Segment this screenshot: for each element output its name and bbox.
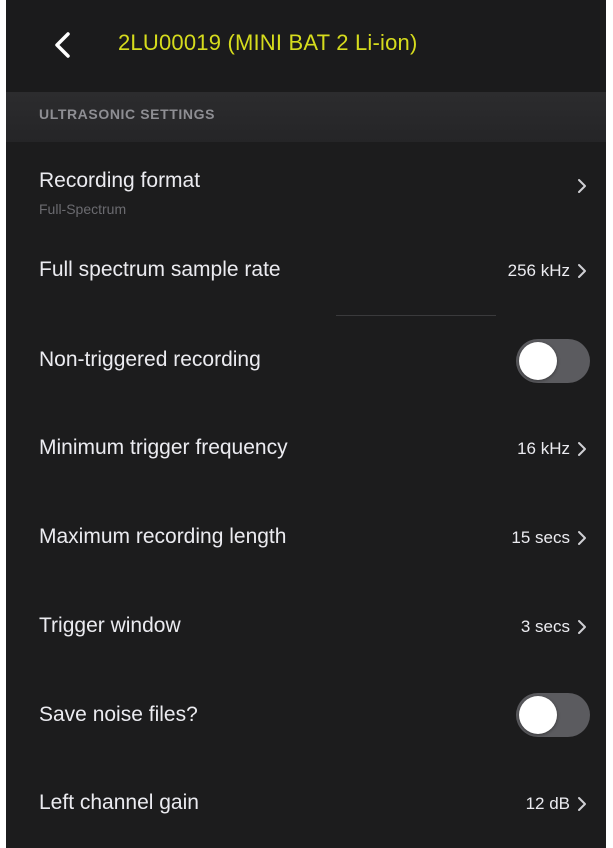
non-triggered-recording-row: Non-triggered recording — [6, 316, 606, 406]
chevron-right-icon — [576, 263, 588, 279]
row-value: 16 kHz — [517, 439, 570, 458]
row-label: Minimum trigger frequency — [39, 436, 288, 459]
save-noise-files-toggle[interactable] — [516, 693, 590, 737]
section-title: ULTRASONIC SETTINGS — [39, 106, 216, 122]
recording-format-row[interactable]: Recording format Full-Spectrum — [6, 142, 606, 242]
save-noise-files-row: Save noise files? — [6, 672, 606, 762]
navigation-bar: 2LU00019 (MINI BAT 2 Li-ion) — [6, 0, 606, 92]
min-trigger-frequency-row[interactable]: Minimum trigger frequency 16 kHz — [6, 406, 606, 496]
page-title: 2LU00019 (MINI BAT 2 Li-ion) — [118, 30, 418, 55]
row-subtitle: Full-Spectrum — [39, 201, 127, 217]
toggle-knob — [519, 342, 557, 380]
chevron-left-icon — [55, 32, 70, 58]
chevron-right-icon — [576, 619, 588, 635]
row-label: Save noise files? — [39, 703, 198, 726]
back-button[interactable] — [46, 28, 80, 62]
row-label: Left channel gain — [39, 791, 199, 814]
sample-rate-row[interactable]: Full spectrum sample rate 256 kHz — [6, 242, 606, 316]
settings-screen: 2LU00019 (MINI BAT 2 Li-ion) ULTRASONIC … — [6, 0, 606, 848]
section-header: ULTRASONIC SETTINGS — [6, 92, 606, 142]
non-triggered-recording-toggle[interactable] — [516, 339, 590, 383]
trigger-window-row[interactable]: Trigger window 3 secs — [6, 586, 606, 672]
row-label: Non-triggered recording — [39, 348, 261, 371]
max-recording-length-row[interactable]: Maximum recording length 15 secs — [6, 496, 606, 586]
row-label: Full spectrum sample rate — [39, 258, 281, 281]
left-channel-gain-row[interactable]: Left channel gain 12 dB — [6, 762, 606, 848]
row-value: 3 secs — [520, 617, 570, 636]
row-value: 12 dB — [525, 794, 570, 813]
chevron-right-icon — [576, 796, 588, 812]
row-label: Recording format — [39, 169, 201, 192]
chevron-right-icon — [576, 441, 588, 457]
row-value: 256 kHz — [507, 261, 570, 280]
row-label: Maximum recording length — [39, 525, 287, 548]
toggle-knob — [519, 696, 557, 734]
chevron-right-icon — [576, 178, 588, 194]
chevron-right-icon — [576, 530, 588, 546]
row-label: Trigger window — [39, 614, 181, 637]
row-value: 15 secs — [511, 528, 570, 547]
